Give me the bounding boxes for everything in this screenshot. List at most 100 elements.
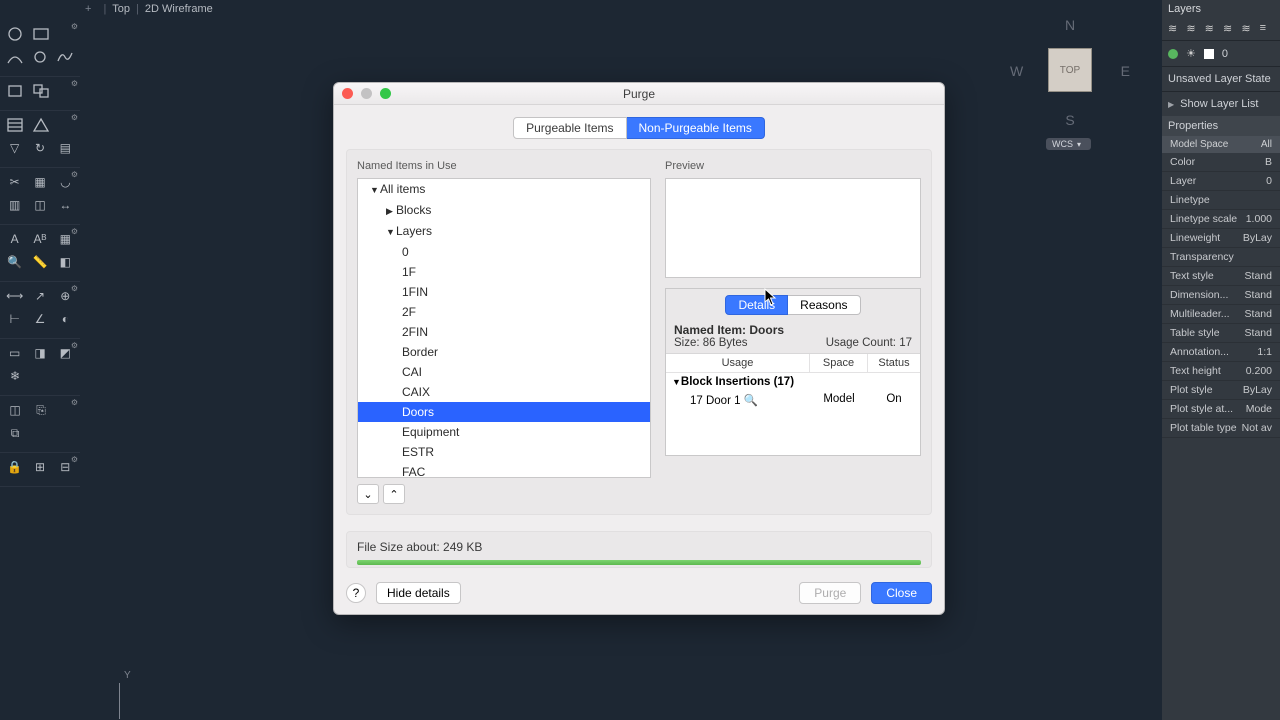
rotate-tool-icon[interactable]: ↻ bbox=[29, 138, 50, 158]
find-tool-icon[interactable]: 🔍 bbox=[4, 252, 25, 272]
property-row[interactable]: Plot style at...Mode bbox=[1162, 400, 1280, 419]
wcs-dropdown[interactable]: WCS bbox=[1046, 138, 1091, 150]
tree-all-items[interactable]: ▼All items bbox=[358, 179, 650, 200]
dimension-tool-icon[interactable]: ⟷ bbox=[4, 286, 25, 306]
close-window-icon[interactable] bbox=[342, 88, 353, 99]
layer-new-icon[interactable]: ≋ bbox=[1168, 22, 1182, 36]
hatch-tool-icon[interactable] bbox=[4, 115, 26, 135]
tree-layer-item[interactable]: 2F bbox=[358, 302, 650, 322]
layer-off-icon[interactable]: ◨ bbox=[29, 343, 50, 363]
viewcube-west[interactable]: W bbox=[1010, 63, 1023, 79]
layer-tool-icon[interactable]: ▭ bbox=[4, 343, 25, 363]
dim-angular-icon[interactable]: ∠ bbox=[29, 309, 50, 329]
property-row[interactable]: Linetype bbox=[1162, 191, 1280, 210]
tab-purgeable-items[interactable]: Purgeable Items bbox=[513, 117, 626, 139]
property-row[interactable]: LineweightByLay bbox=[1162, 229, 1280, 248]
layer-more-icon[interactable]: ≡ bbox=[1260, 22, 1274, 36]
line-tool-icon[interactable] bbox=[4, 24, 26, 44]
usage-row[interactable]: 17 Door 1 🔍 Model On bbox=[666, 391, 920, 409]
gear-icon[interactable]: ⚙ bbox=[71, 455, 78, 464]
property-row[interactable]: Transparency bbox=[1162, 248, 1280, 267]
offset-tool-icon[interactable]: ◫ bbox=[29, 195, 50, 215]
property-row[interactable]: Layer0 bbox=[1162, 172, 1280, 191]
tab-reasons[interactable]: Reasons bbox=[788, 295, 860, 315]
leader-tool-icon[interactable]: ↗ bbox=[29, 286, 50, 306]
property-row[interactable]: Linetype scale1.000 bbox=[1162, 210, 1280, 229]
extend-tool-icon[interactable]: ▦ bbox=[29, 172, 50, 192]
gear-icon[interactable]: ⚙ bbox=[71, 170, 78, 179]
tree-layer-item[interactable]: 1FIN bbox=[358, 282, 650, 302]
circle-tool-icon[interactable] bbox=[29, 47, 50, 67]
stretch-tool-icon[interactable]: ↔ bbox=[55, 195, 76, 215]
lock-tool-icon[interactable]: 🔒 bbox=[4, 457, 25, 477]
text-tool-icon[interactable]: A bbox=[4, 229, 25, 249]
gear-icon[interactable]: ⚙ bbox=[71, 227, 78, 236]
tree-layer-item[interactable]: CAI bbox=[358, 362, 650, 382]
xref-tool-icon[interactable]: ⧉ bbox=[4, 423, 26, 443]
block-tool-icon[interactable]: ◫ bbox=[4, 400, 26, 420]
field-tool-icon[interactable]: ◧ bbox=[55, 252, 76, 272]
property-row[interactable]: ColorB bbox=[1162, 153, 1280, 172]
viewcube-top-face[interactable]: TOP bbox=[1048, 48, 1092, 92]
gear-icon[interactable]: ⚙ bbox=[71, 79, 78, 88]
layer-color-icon[interactable]: ≋ bbox=[1241, 22, 1255, 36]
property-row[interactable]: Text styleStand bbox=[1162, 267, 1280, 286]
array-tool-icon[interactable]: ▥ bbox=[4, 195, 25, 215]
gear-icon[interactable]: ⚙ bbox=[71, 398, 78, 407]
zoom-window-icon[interactable] bbox=[380, 88, 391, 99]
measure-tool-icon[interactable]: 📏 bbox=[29, 252, 50, 272]
insert-tool-icon[interactable]: ⎘ bbox=[30, 400, 52, 420]
dim-linear-icon[interactable]: ⊢ bbox=[4, 309, 25, 329]
viewcube-east[interactable]: E bbox=[1121, 63, 1130, 79]
mtext-tool-icon[interactable]: Aᴮ bbox=[29, 229, 50, 249]
trim-tool-icon[interactable]: ✂ bbox=[4, 172, 25, 192]
hide-details-button[interactable]: Hide details bbox=[376, 582, 461, 604]
viewcube-north[interactable]: N bbox=[1065, 17, 1075, 33]
property-row[interactable]: Text height0.200 bbox=[1162, 362, 1280, 381]
property-row[interactable]: Dimension...Stand bbox=[1162, 286, 1280, 305]
property-row[interactable]: Plot table typeNot av bbox=[1162, 419, 1280, 438]
gear-icon[interactable]: ⚙ bbox=[71, 113, 78, 122]
gear-icon[interactable]: ⚙ bbox=[71, 341, 78, 350]
property-row[interactable]: Table styleStand bbox=[1162, 324, 1280, 343]
dim-radius-icon[interactable]: ◐ bbox=[55, 309, 76, 329]
move-tool-icon[interactable] bbox=[4, 81, 26, 101]
layer-freeze-icon[interactable]: ❄ bbox=[4, 366, 26, 386]
tree-layers[interactable]: ▼Layers bbox=[358, 221, 650, 242]
tree-layer-item[interactable]: 2FIN bbox=[358, 322, 650, 342]
layer-lock-icon[interactable]: ≋ bbox=[1223, 22, 1237, 36]
collapse-all-button[interactable]: ⌃ bbox=[383, 484, 405, 504]
tree-layer-item[interactable]: 0 bbox=[358, 242, 650, 262]
gear-icon[interactable]: ⚙ bbox=[71, 284, 78, 293]
viewcube[interactable]: N S E W TOP WCS bbox=[1010, 5, 1130, 150]
usage-group-row[interactable]: ▼Block Insertions (17) bbox=[666, 373, 920, 391]
show-layer-list[interactable]: ▶ Show Layer List bbox=[1162, 92, 1280, 116]
minimize-window-icon[interactable] bbox=[361, 88, 372, 99]
view-top-label[interactable]: Top bbox=[112, 3, 130, 15]
tree-blocks[interactable]: ▶Blocks bbox=[358, 200, 650, 221]
gradient-tool-icon[interactable] bbox=[30, 115, 52, 135]
tree-layer-item[interactable]: Equipment bbox=[358, 422, 650, 442]
tree-layer-item[interactable]: FAC bbox=[358, 462, 650, 478]
tree-layer-item[interactable]: CAIX bbox=[358, 382, 650, 402]
visual-style-label[interactable]: 2D Wireframe bbox=[145, 3, 213, 15]
layer-state[interactable]: Unsaved Layer State bbox=[1162, 67, 1280, 92]
copy-tool-icon[interactable] bbox=[30, 81, 52, 101]
arc-tool-icon[interactable] bbox=[4, 47, 25, 67]
tree-layer-item[interactable]: Border bbox=[358, 342, 650, 362]
tree-layer-item[interactable]: ESTR bbox=[358, 442, 650, 462]
tab-non-purgeable-items[interactable]: Non-Purgeable Items bbox=[627, 117, 765, 139]
tree-layer-item[interactable]: 1F bbox=[358, 262, 650, 282]
scale-tool-icon[interactable]: ▤ bbox=[55, 138, 76, 158]
zoom-to-icon[interactable]: 🔍 bbox=[744, 393, 756, 405]
spline-tool-icon[interactable] bbox=[55, 47, 76, 67]
rectangle-tool-icon[interactable] bbox=[30, 24, 52, 44]
help-button[interactable]: ? bbox=[346, 583, 366, 603]
layer-delete-icon[interactable]: ≋ bbox=[1186, 22, 1200, 36]
property-row[interactable]: Plot styleByLay bbox=[1162, 381, 1280, 400]
expand-all-button[interactable]: ⌄ bbox=[357, 484, 379, 504]
tree-layer-item[interactable]: Doors bbox=[358, 402, 650, 422]
viewcube-south[interactable]: S bbox=[1065, 112, 1074, 128]
mirror-tool-icon[interactable]: ▽ bbox=[4, 138, 25, 158]
close-button[interactable]: Close bbox=[871, 582, 932, 604]
